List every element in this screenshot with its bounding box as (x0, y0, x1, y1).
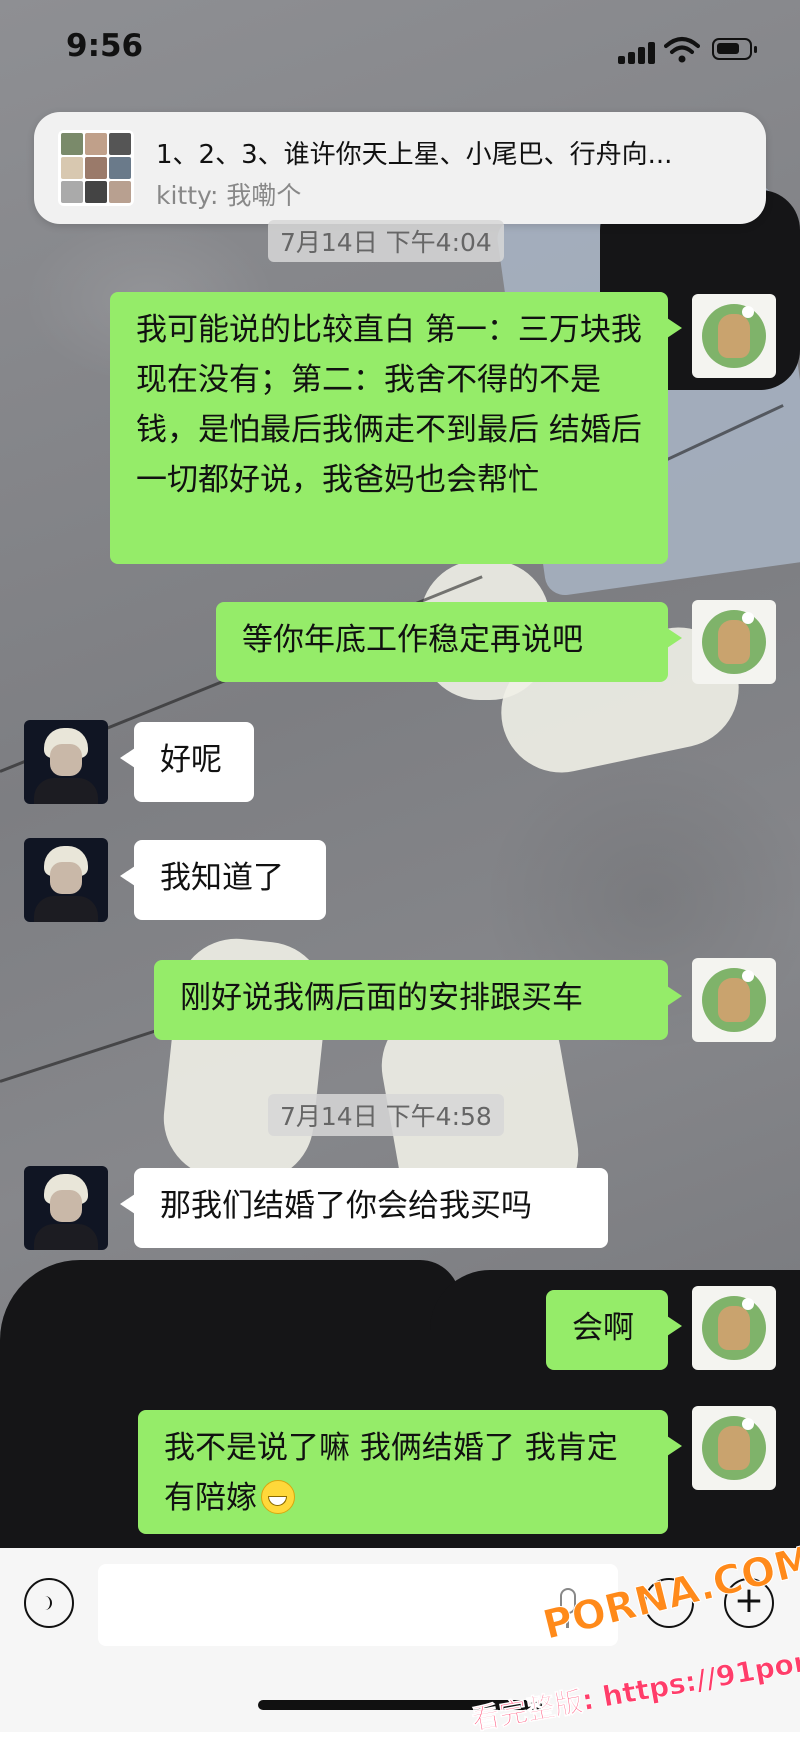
grinning-face-emoji-icon (261, 1480, 295, 1514)
my-avatar[interactable] (692, 600, 776, 684)
contact-avatar[interactable] (24, 720, 108, 804)
timestamp: 7月14日 下午4:58 (268, 1094, 504, 1136)
message-bubble-outgoing[interactable]: 刚好说我俩后面的安排跟买车 (154, 960, 682, 1040)
notification-banner[interactable]: 1、2、3、谁许你天上星、小尾巴、行舟向... kitty: 我嘞个 (34, 112, 766, 224)
cellular-signal-icon (618, 42, 656, 64)
notification-title: 1、2、3、谁许你天上星、小尾巴、行舟向... (156, 140, 673, 170)
group-avatar (58, 130, 134, 206)
my-avatar[interactable] (692, 1406, 776, 1490)
voice-input-icon[interactable] (24, 1578, 74, 1628)
message-bubble-outgoing[interactable]: 我不是说了嘛 我俩结婚了 我肯定有陪嫁 (138, 1410, 682, 1534)
wifi-icon (664, 37, 700, 63)
notification-message: kitty: 我嘞个 (156, 181, 302, 210)
status-time: 9:56 (66, 28, 144, 64)
message-bubble-incoming[interactable]: 那我们结婚了你会给我买吗 (120, 1168, 608, 1248)
battery-icon (712, 38, 757, 60)
message-bubble-outgoing[interactable]: 会啊 (546, 1290, 682, 1370)
message-bubble-outgoing[interactable]: 我可能说的比较直白 第一：三万块我现在没有；第二：我舍不得的不是钱，是怕最后我俩… (110, 292, 682, 564)
timestamp: 7月14日 下午4:04 (268, 220, 504, 262)
my-avatar[interactable] (692, 294, 776, 378)
contact-avatar[interactable] (24, 838, 108, 922)
contact-avatar[interactable] (24, 1166, 108, 1250)
message-text: 我不是说了嘛 我俩结婚了 我肯定有陪嫁 (164, 1430, 618, 1516)
status-bar: 9:56 (0, 0, 800, 100)
my-avatar[interactable] (692, 1286, 776, 1370)
my-avatar[interactable] (692, 958, 776, 1042)
message-bubble-incoming[interactable]: 我知道了 (120, 840, 326, 920)
message-bubble-incoming[interactable]: 好呢 (120, 722, 254, 802)
message-bubble-outgoing[interactable]: 等你年底工作稳定再说吧 (216, 602, 682, 682)
